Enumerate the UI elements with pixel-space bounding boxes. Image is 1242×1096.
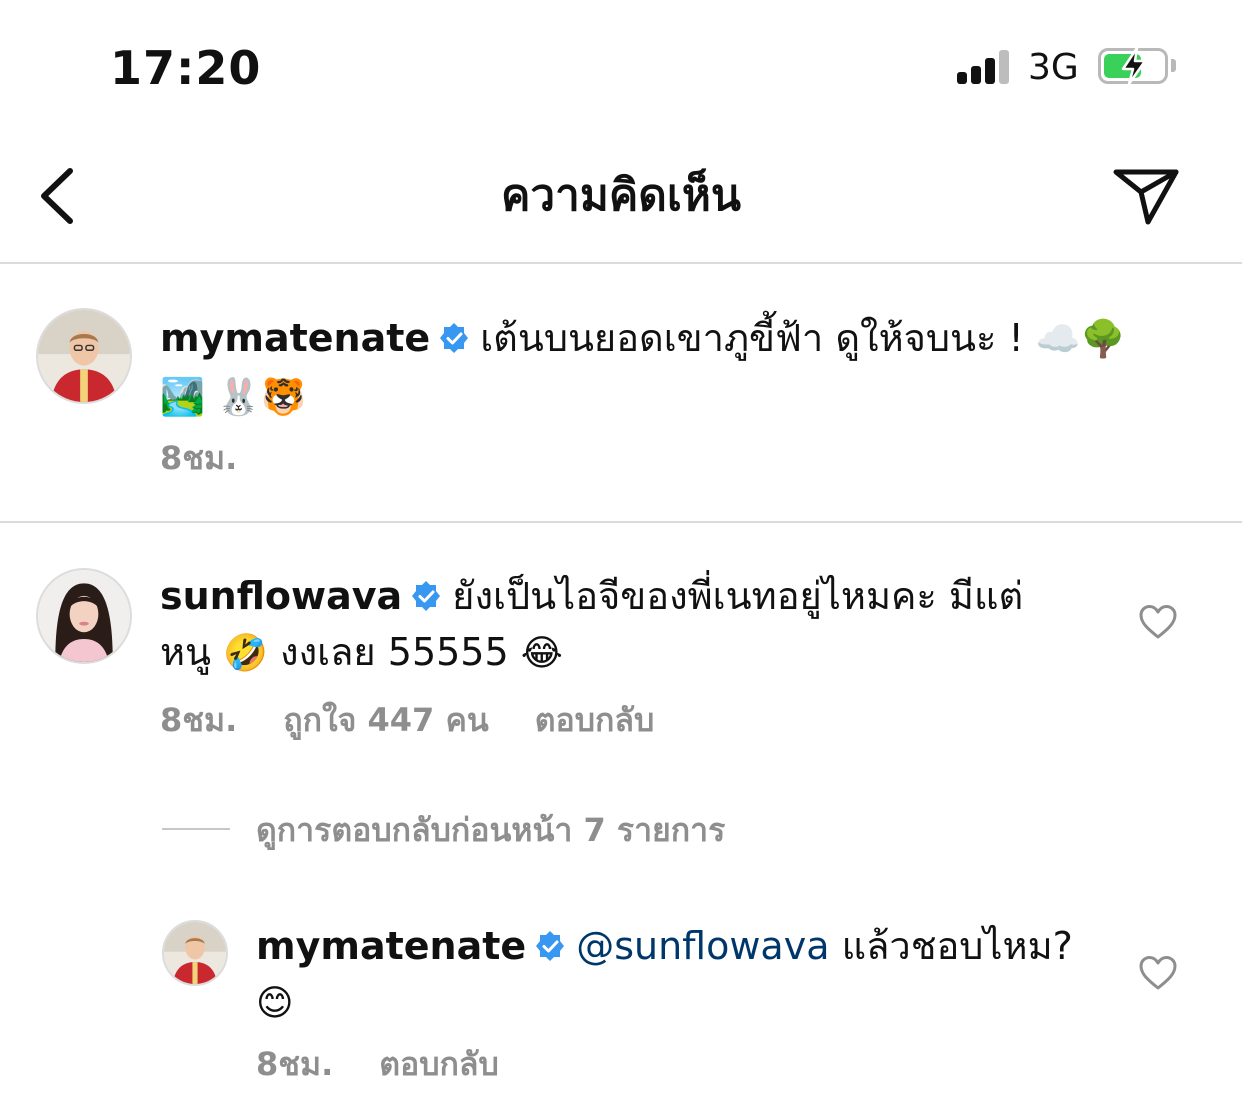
reply-meta: 8ชม. ตอบกลับ [256,1042,545,1086]
cellular-signal-icon [957,50,1013,84]
tears-of-joy-emoji: 😂 [520,633,563,674]
comment-time: 8ชม. [160,701,238,739]
battery-tip [1171,59,1176,72]
reply-time: 8ชม. [256,1045,334,1083]
caption-text: mymatenate เต้นบนยอดเขาภูขี้ฟ้า ดูให้จบนะ… [160,310,1200,426]
comment-username[interactable]: sunflowava [160,574,402,618]
comment-body-line2b: งงเลย 55555 [280,630,509,674]
caption-meta: 8ชม. [160,436,283,480]
reply-text: mymatenate @sunflowava แล้วชอบไหม? 😊 [256,918,1116,1032]
view-replies-line [162,828,230,830]
heart-icon[interactable] [1138,955,1178,991]
chevron-left-icon[interactable] [34,165,80,227]
comment-body-line2a: หนู [160,630,212,674]
verified-badge-icon [536,931,565,961]
avatar[interactable] [162,920,228,986]
comment-reply-button[interactable]: ตอบกลับ [535,701,655,739]
comment-body-line1: ยังเป็นไอจีของพี่เนทอยู่ไหมคะ มีแต่ [452,574,1024,618]
avatar[interactable] [36,308,132,404]
caption-username[interactable]: mymatenate [160,316,430,360]
caption-divider [0,521,1242,523]
view-replies-button[interactable]: ดูการตอบกลับก่อนหน้า 7 รายการ [256,808,725,852]
rofl-emoji: 🤣 [223,633,268,674]
page-title: ความคิดเห็น [501,170,741,221]
charging-bolt-icon [1121,46,1147,86]
avatar[interactable] [36,568,132,664]
verified-badge-icon [412,581,441,611]
comment-meta: 8ชม. ถูกใจ 447 คน ตอบกลับ [160,698,700,742]
verified-badge-icon [440,323,469,353]
heart-icon[interactable] [1138,604,1178,640]
smiling-emoji: 😊 [256,983,294,1024]
comment-text: sunflowava ยังเป็นไอจีของพี่เนทอยู่ไหมคะ … [160,568,1080,682]
caption-emojis-2: 🏞️ 🐰🐯 [160,377,306,418]
send-icon[interactable] [1110,164,1182,228]
reply-reply-button[interactable]: ตอบกลับ [379,1045,499,1083]
reply-username[interactable]: mymatenate [256,924,526,968]
caption-emojis: ☁️🌳 [1035,319,1126,360]
network-type: 3G [1028,47,1079,88]
status-time: 17:20 [110,41,262,95]
caption-body: เต้นบนยอดเขาภูขี้ฟ้า ดูให้จบนะ ! [480,316,1024,360]
header-divider [0,262,1242,264]
comment-likes[interactable]: ถูกใจ 447 คน [283,701,488,739]
reply-body: แล้วชอบไหม? [841,924,1073,968]
mention-link[interactable]: @sunflowava [576,924,829,968]
caption-time: 8ชม. [160,439,238,477]
